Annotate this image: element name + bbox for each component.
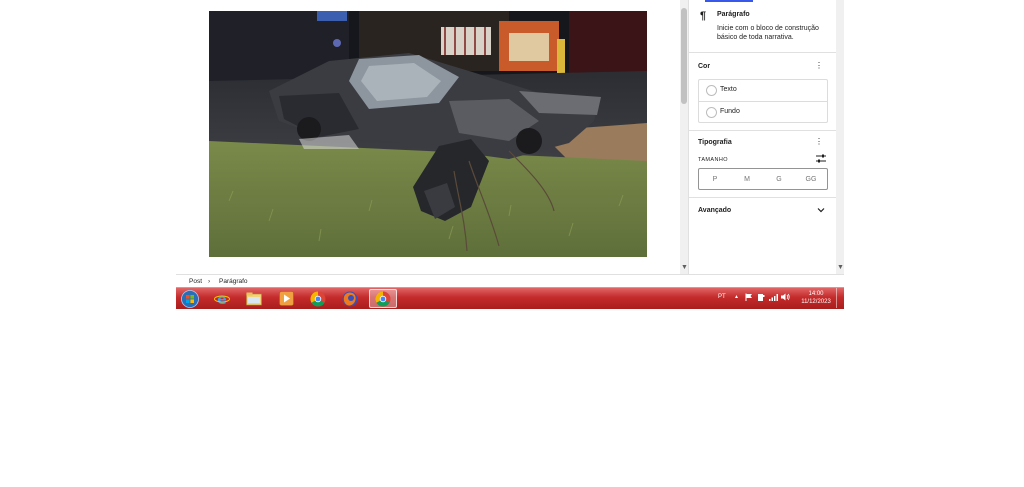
color-background-item[interactable]: Fundo: [699, 101, 827, 123]
scroll-down-arrow-icon[interactable]: ▼: [681, 264, 688, 272]
taskbar-media-player[interactable]: [272, 289, 300, 308]
breadcrumb-current[interactable]: Parágrafo: [219, 278, 248, 285]
block-card: ¶ Parágrafo Inicie com o bloco de constr…: [689, 0, 837, 53]
tray-expand-icon[interactable]: ▲: [734, 294, 739, 300]
windows-start-orb-icon: [181, 289, 199, 308]
block-description: Inicie com o bloco de construção básico …: [717, 25, 819, 41]
sidebar-scroll-down-icon[interactable]: ▼: [837, 264, 844, 271]
sidebar-scrollbar[interactable]: ▼: [836, 0, 844, 274]
chevron-down-icon[interactable]: [817, 206, 825, 214]
block-title: Parágrafo: [717, 11, 750, 18]
post-image[interactable]: [209, 11, 647, 257]
font-size-picker: P M G GG: [698, 168, 828, 190]
media-player-icon: [278, 291, 294, 306]
typography-panel-title: Tipografia: [698, 139, 732, 146]
paragraph-icon: ¶: [700, 10, 707, 22]
svg-text:e: e: [217, 292, 227, 307]
font-size-small[interactable]: P: [699, 176, 731, 183]
action-center-flag-icon[interactable]: [745, 293, 753, 301]
folder-icon: [246, 292, 262, 305]
typography-options-icon[interactable]: ⋮: [815, 138, 823, 146]
color-swatch-icon: [706, 85, 717, 96]
power-icon[interactable]: [757, 293, 765, 301]
color-swatch-icon: [706, 107, 717, 118]
taskbar-internet-explorer[interactable]: e: [208, 289, 236, 308]
color-text-label: Texto: [720, 86, 737, 93]
color-background-label: Fundo: [720, 108, 740, 115]
custom-size-sliders-icon[interactable]: [816, 154, 826, 163]
scrollbar-thumb[interactable]: [681, 8, 687, 104]
firefox-icon: [342, 291, 358, 306]
show-desktop-button[interactable]: [836, 288, 845, 308]
color-list: Texto Fundo: [698, 79, 828, 123]
volume-icon[interactable]: [781, 293, 790, 301]
breadcrumb-root[interactable]: Post: [189, 278, 202, 285]
language-indicator[interactable]: PT: [718, 294, 726, 300]
clock-date: 11/12/2023: [801, 299, 831, 305]
internet-explorer-icon: e: [214, 292, 230, 307]
system-clock[interactable]: 14:00 11/12/2023: [794, 290, 838, 306]
font-size-large[interactable]: G: [763, 176, 795, 183]
settings-sidebar: ¶ Parágrafo Inicie com o bloco de constr…: [688, 0, 837, 274]
chrome-icon: [310, 291, 326, 307]
taskbar-chrome[interactable]: [304, 289, 332, 308]
taskbar-chrome-active[interactable]: [369, 289, 397, 308]
clock-time: 14:00: [808, 291, 824, 297]
color-text-item[interactable]: Texto: [699, 80, 827, 101]
font-size-extra-large[interactable]: GG: [795, 176, 827, 183]
advanced-panel-title[interactable]: Avançado: [698, 207, 731, 214]
color-panel-title: Cor: [698, 63, 711, 70]
font-size-medium[interactable]: M: [731, 176, 763, 183]
font-size-label: TAMANHO: [698, 157, 728, 163]
taskbar-firefox[interactable]: [336, 289, 364, 308]
taskbar: e: [176, 287, 844, 309]
canvas-scrollbar[interactable]: ▼: [680, 0, 688, 274]
start-button[interactable]: [176, 289, 204, 308]
color-options-icon[interactable]: ⋮: [815, 62, 823, 70]
breadcrumb-separator-icon: ›: [208, 278, 211, 285]
chrome-icon: [375, 291, 391, 307]
network-signal-icon[interactable]: [769, 293, 778, 301]
block-breadcrumb: Post › Parágrafo: [176, 274, 844, 288]
taskbar-file-explorer[interactable]: [240, 289, 268, 308]
